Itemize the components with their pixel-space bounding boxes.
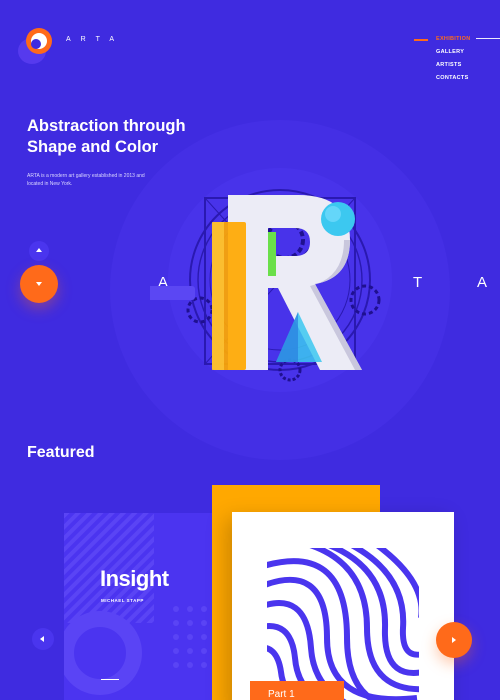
arrow-right-icon[interactable] bbox=[436, 622, 472, 658]
hero-centerpiece-illustration bbox=[150, 168, 392, 392]
insight-author: MICHAEL STAPP bbox=[101, 598, 144, 603]
logo[interactable] bbox=[18, 28, 62, 64]
hero-title: Abstraction through Shape and Color bbox=[27, 117, 186, 156]
nav-item-contacts[interactable]: CONTACTS bbox=[414, 72, 470, 85]
part-tag bbox=[250, 681, 344, 700]
arrow-left-icon[interactable] bbox=[32, 628, 54, 650]
arrow-up-icon[interactable] bbox=[29, 241, 49, 261]
featured-card-insight[interactable] bbox=[64, 513, 224, 700]
arrow-down-icon[interactable] bbox=[20, 265, 58, 303]
nav-item-artists[interactable]: ARTISTS bbox=[414, 59, 470, 72]
main-nav: EXHIBITION GALLERY ARTISTS CONTACTS bbox=[414, 33, 470, 85]
featured-title: Featured bbox=[27, 444, 95, 461]
op-art-artwork bbox=[267, 548, 419, 700]
logo-dot bbox=[31, 39, 41, 49]
hero-description: ARTA is a modern art gallery established… bbox=[27, 173, 145, 187]
insight-title: Insight bbox=[100, 566, 169, 591]
menu-line[interactable] bbox=[476, 38, 500, 39]
nav-item-gallery[interactable]: GALLERY bbox=[414, 46, 470, 59]
brand-name[interactable]: ARTA bbox=[66, 36, 124, 43]
insight-divider bbox=[101, 679, 119, 680]
nav-item-exhibition[interactable]: EXHIBITION bbox=[414, 33, 470, 46]
page: ARTA EXHIBITION GALLERY ARTISTS CONTACTS… bbox=[0, 0, 500, 700]
hero-letter-a-right: A bbox=[477, 274, 489, 291]
hero-letter-t: T bbox=[413, 274, 424, 291]
insight-card-pattern bbox=[64, 513, 221, 695]
part-label: Part 1 bbox=[268, 689, 295, 700]
